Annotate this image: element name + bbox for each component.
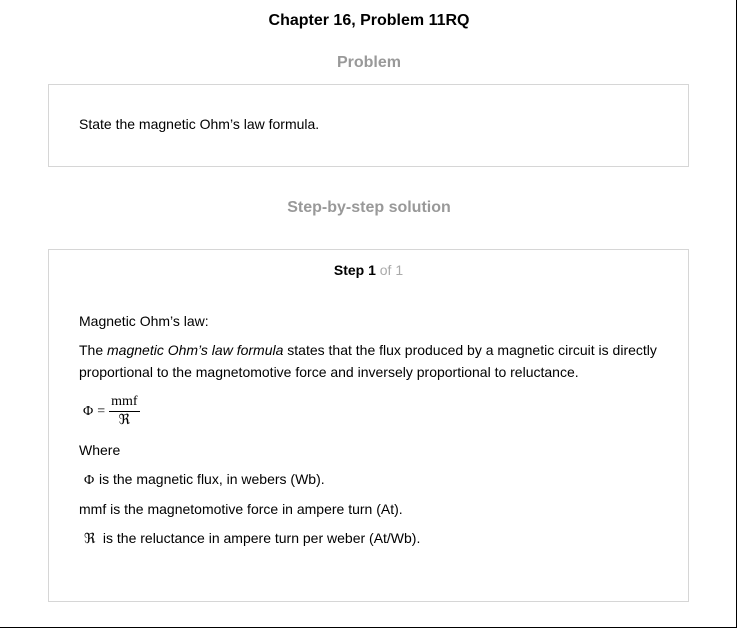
step-label: Step 1	[333, 262, 376, 278]
explanation-paragraph: The magnetic Ohm’s law formula states th…	[79, 339, 659, 383]
paragraph-prefix: The	[79, 342, 108, 358]
flux-symbol: Φ	[84, 473, 95, 488]
solution-heading: Step-by-step solution	[287, 199, 451, 216]
page-title: Chapter 16, Problem 11RQ	[268, 12, 470, 29]
paragraph-italic-term: magnetic Ohm’s law formula	[107, 342, 284, 358]
problem-box: State the magnetic Ohm’s law formula.	[48, 84, 689, 167]
formula-denominator: ℜ	[118, 413, 131, 428]
problem-text: State the magnetic Ohm’s law formula.	[79, 116, 320, 132]
definition-flux: Φis the magnetic flux, in webers (Wb).	[79, 468, 659, 492]
ohms-law-formula: Φ = mmf ℜ	[83, 394, 140, 430]
intro-text: Magnetic Ohm’s law:	[79, 313, 209, 329]
problem-heading: Problem	[336, 54, 401, 71]
step-header: Step 1 of 1	[49, 262, 688, 278]
step-count: of 1	[379, 262, 404, 278]
formula-equals: =	[97, 404, 106, 419]
definition-mmf: mmf is the magnetomotive force in ampere…	[79, 501, 403, 517]
where-label: Where	[79, 442, 121, 458]
definition-reluctance-text: is the reluctance in ampere turn per web…	[99, 530, 421, 546]
formula-fraction: mmf ℜ	[109, 394, 140, 430]
formula-flux-symbol: Φ	[83, 404, 94, 419]
definition-flux-text: is the magnetic flux, in webers (Wb).	[99, 471, 325, 487]
solution-box: Step 1 of 1 Magnetic Ohm’s law: The magn…	[48, 249, 689, 602]
definition-reluctance: ℜ is the reluctance in ampere turn per w…	[79, 527, 659, 551]
formula-numerator: mmf	[109, 394, 140, 412]
reluctance-symbol: ℜ	[84, 532, 96, 547]
